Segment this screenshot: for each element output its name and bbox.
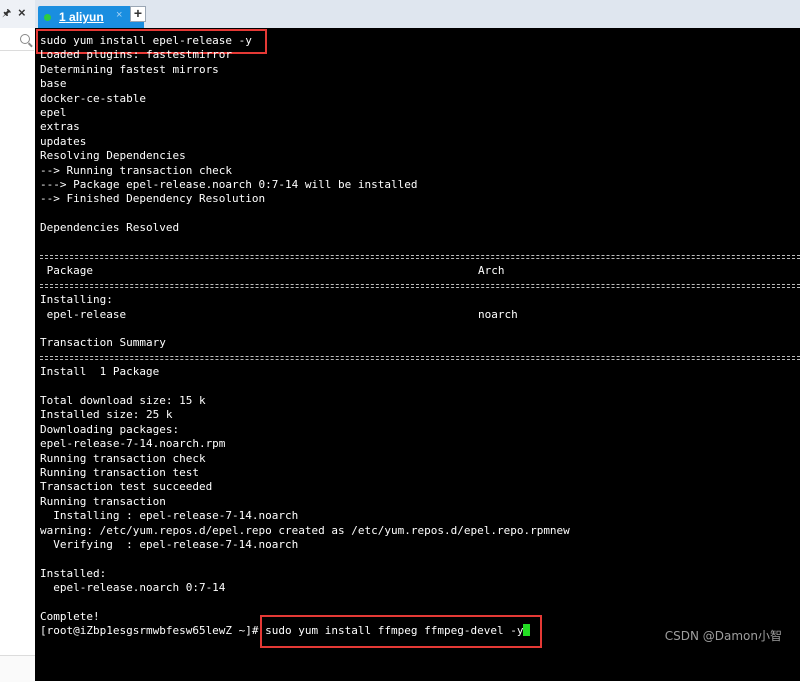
session-panel: 🖈 × — [0, 0, 36, 682]
new-tab-button[interactable]: + — [130, 6, 146, 22]
terminal-line: Installed size: 25 k — [40, 408, 173, 422]
terminal-line: --> Running transaction check — [40, 163, 233, 177]
terminal-line: epel — [40, 106, 67, 119]
close-icon[interactable]: × — [18, 6, 26, 20]
terminal-line: Running transaction check — [40, 451, 206, 465]
terminal-line: Running transaction test — [40, 466, 199, 479]
arch-value: noarch — [478, 307, 518, 321]
terminal-line: --> Finished Dependency Resolution — [40, 192, 266, 206]
session-panel-header: 🖈 × — [0, 0, 35, 28]
terminal-line: updates — [40, 134, 87, 148]
terminal-line: warning: /etc/yum.repos.d/epel.repo crea… — [40, 523, 570, 537]
terminal-line: ---> Package epel-release.noarch 0:7-14 … — [40, 178, 418, 191]
separator-line — [40, 355, 800, 360]
terminal-screen[interactable]: Arch noarch [root@iZbp1esgsrmwbfesw65lew… — [35, 28, 800, 681]
search-icon[interactable] — [20, 34, 30, 44]
terminal-line: sudo yum install epel-release -y — [40, 34, 252, 47]
tab-bar: 1 aliyun × + — [35, 0, 800, 28]
terminal-line: base — [40, 77, 67, 91]
terminal-line: epel-release.noarch 0:7-14 — [40, 581, 226, 595]
session-search-box[interactable] — [0, 32, 34, 51]
tab-aliyun[interactable]: 1 aliyun × — [38, 6, 144, 28]
terminal-line: Transaction test succeeded — [40, 480, 213, 494]
terminal-line: extras — [40, 120, 80, 134]
separator-line — [40, 255, 800, 259]
terminal-line: Package — [40, 264, 93, 278]
terminal-line: Installing : epel-release-7-14.noarch — [40, 509, 299, 523]
terminal-line: Install 1 Package — [40, 365, 160, 379]
terminal-line: docker-ce-stable — [40, 91, 146, 105]
terminal-line: Complete! — [40, 610, 100, 623]
terminal-line: Installed: — [40, 566, 107, 580]
tab-close-icon[interactable]: × — [116, 9, 122, 21]
session-panel-footer — [0, 655, 35, 682]
watermark: CSDN @Damon小智 — [664, 629, 782, 643]
shell-prompt: [root@iZbp1esgsrmwbfesw65lewZ ~]# — [40, 624, 266, 638]
pin-icon[interactable]: 🖈 — [2, 8, 11, 20]
terminal-line: Dependencies Resolved — [40, 221, 180, 235]
terminal-line: epel-release — [40, 307, 127, 321]
terminal-line: Transaction Summary — [40, 336, 166, 350]
terminal-line: Installing: — [40, 293, 113, 307]
connected-status-icon — [44, 14, 51, 21]
terminal-line: Loaded plugins: fastestmirror — [40, 48, 233, 62]
terminal-line: epel-release-7-14.noarch.rpm — [40, 437, 226, 451]
tab-label: 1 aliyun — [59, 10, 104, 24]
arch-column-header: Arch — [478, 264, 505, 278]
terminal-line: Determining fastest mirrors — [40, 62, 219, 76]
separator-line — [40, 283, 800, 288]
terminal-line: Resolving Dependencies — [40, 149, 186, 163]
terminal-line: Downloading packages: — [40, 422, 180, 436]
highlight-box-second-command — [260, 615, 542, 648]
terminal-line: Total download size: 15 k — [40, 394, 206, 407]
terminal-line: Running transaction — [40, 494, 166, 508]
terminal-line: Verifying : epel-release-7-14.noarch — [40, 538, 299, 551]
